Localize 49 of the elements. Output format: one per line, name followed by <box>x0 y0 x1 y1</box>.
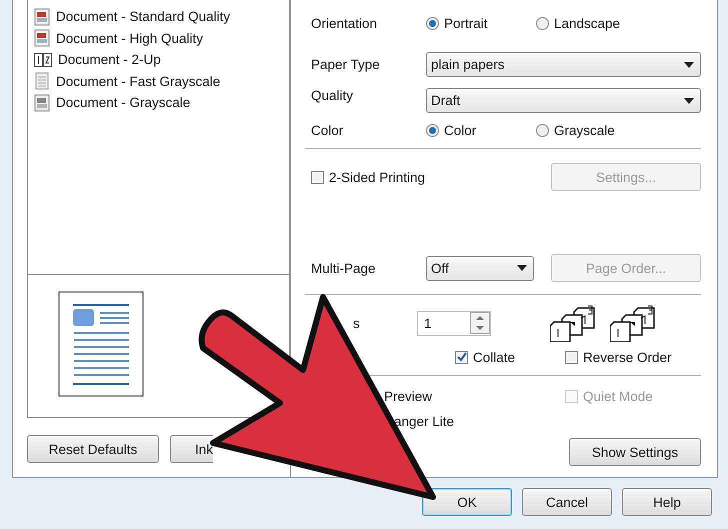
copies-spinner[interactable]: 1 <box>417 310 491 336</box>
checkbox-label: 2-Sided Printing <box>329 170 426 184</box>
document-picture-icon <box>34 94 50 112</box>
field-label: s <box>352 316 361 330</box>
ink-button[interactable]: Ink <box>170 435 213 463</box>
radio-button[interactable] <box>426 16 439 30</box>
ok-button[interactable]: OK <box>422 488 512 516</box>
document-picture-icon <box>34 8 50 26</box>
collated-pages-icon <box>550 304 596 342</box>
checkbox-label: Reverse Order <box>583 350 672 364</box>
preset-item[interactable]: Document - Grayscale <box>56 95 190 110</box>
radio-label: Grayscale <box>554 122 615 138</box>
checkbox[interactable] <box>565 350 578 364</box>
field-label: Orientation <box>311 16 378 30</box>
paper-type-dropdown[interactable]: plain papers <box>426 52 701 77</box>
caret-icon <box>684 98 694 104</box>
field-label: Color <box>311 122 344 138</box>
option-label: Preview <box>384 388 434 404</box>
radio-label: Portrait <box>444 16 488 30</box>
caret-icon <box>684 62 694 68</box>
caret-icon <box>517 265 527 271</box>
collated-pages-icon <box>610 304 656 342</box>
field-label: Multi-Page <box>311 260 377 276</box>
preset-item[interactable]: Document - 2-Up <box>58 52 161 68</box>
option-label: anger Lite <box>394 414 454 428</box>
radio-label: Landscape <box>554 16 620 30</box>
document-picture-icon <box>34 29 50 48</box>
two-pages-icon <box>34 52 52 67</box>
checkbox-label: Collate <box>473 350 516 364</box>
show-settings-button[interactable]: Show Settings <box>569 438 701 466</box>
quality-dropdown[interactable]: Draft <box>426 88 701 113</box>
cancel-button[interactable]: Cancel <box>522 488 612 516</box>
help-button[interactable]: Help <box>622 488 712 516</box>
preset-item[interactable]: Document - Standard Quality <box>56 9 230 24</box>
multi-page-dropdown[interactable]: Off <box>426 256 534 280</box>
preset-item[interactable]: Document - High Quality <box>56 30 204 46</box>
radio-label: Color <box>444 122 476 138</box>
reset-defaults-button[interactable]: Reset Defaults <box>27 435 159 463</box>
document-icon <box>34 72 50 90</box>
page-preview-icon <box>58 291 146 399</box>
radio-button[interactable] <box>536 124 549 136</box>
checkbox-label: Quiet Mode <box>583 388 653 404</box>
field-label: Quality <box>311 88 354 103</box>
field-label: Paper Type <box>311 57 381 72</box>
checkbox[interactable] <box>311 170 324 184</box>
preset-item[interactable]: Document - Fast Grayscale <box>56 74 220 89</box>
checkbox[interactable] <box>455 350 468 364</box>
radio-button[interactable] <box>536 16 549 30</box>
radio-button[interactable] <box>426 124 439 136</box>
